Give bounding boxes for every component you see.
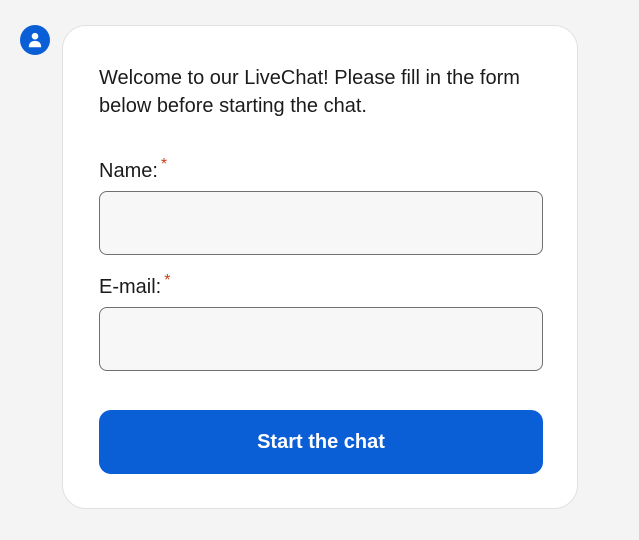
- email-label: E-mail: *: [99, 272, 171, 301]
- agent-avatar: [20, 25, 50, 55]
- email-label-text: E-mail:: [99, 276, 162, 298]
- name-required-mark: *: [160, 156, 168, 173]
- email-required-mark: *: [164, 272, 171, 289]
- email-input[interactable]: [99, 307, 543, 371]
- start-chat-button[interactable]: Start the chat: [99, 410, 543, 474]
- name-input[interactable]: [99, 191, 543, 255]
- name-label: Name: *: [99, 156, 168, 185]
- form-intro-text: Welcome to our LiveChat! Please fill in …: [99, 67, 520, 117]
- user-icon: [28, 32, 42, 48]
- name-label-text: Name:: [99, 160, 158, 182]
- prechat-form-card: Welcome to our LiveChat! Please fill in …: [62, 25, 578, 509]
